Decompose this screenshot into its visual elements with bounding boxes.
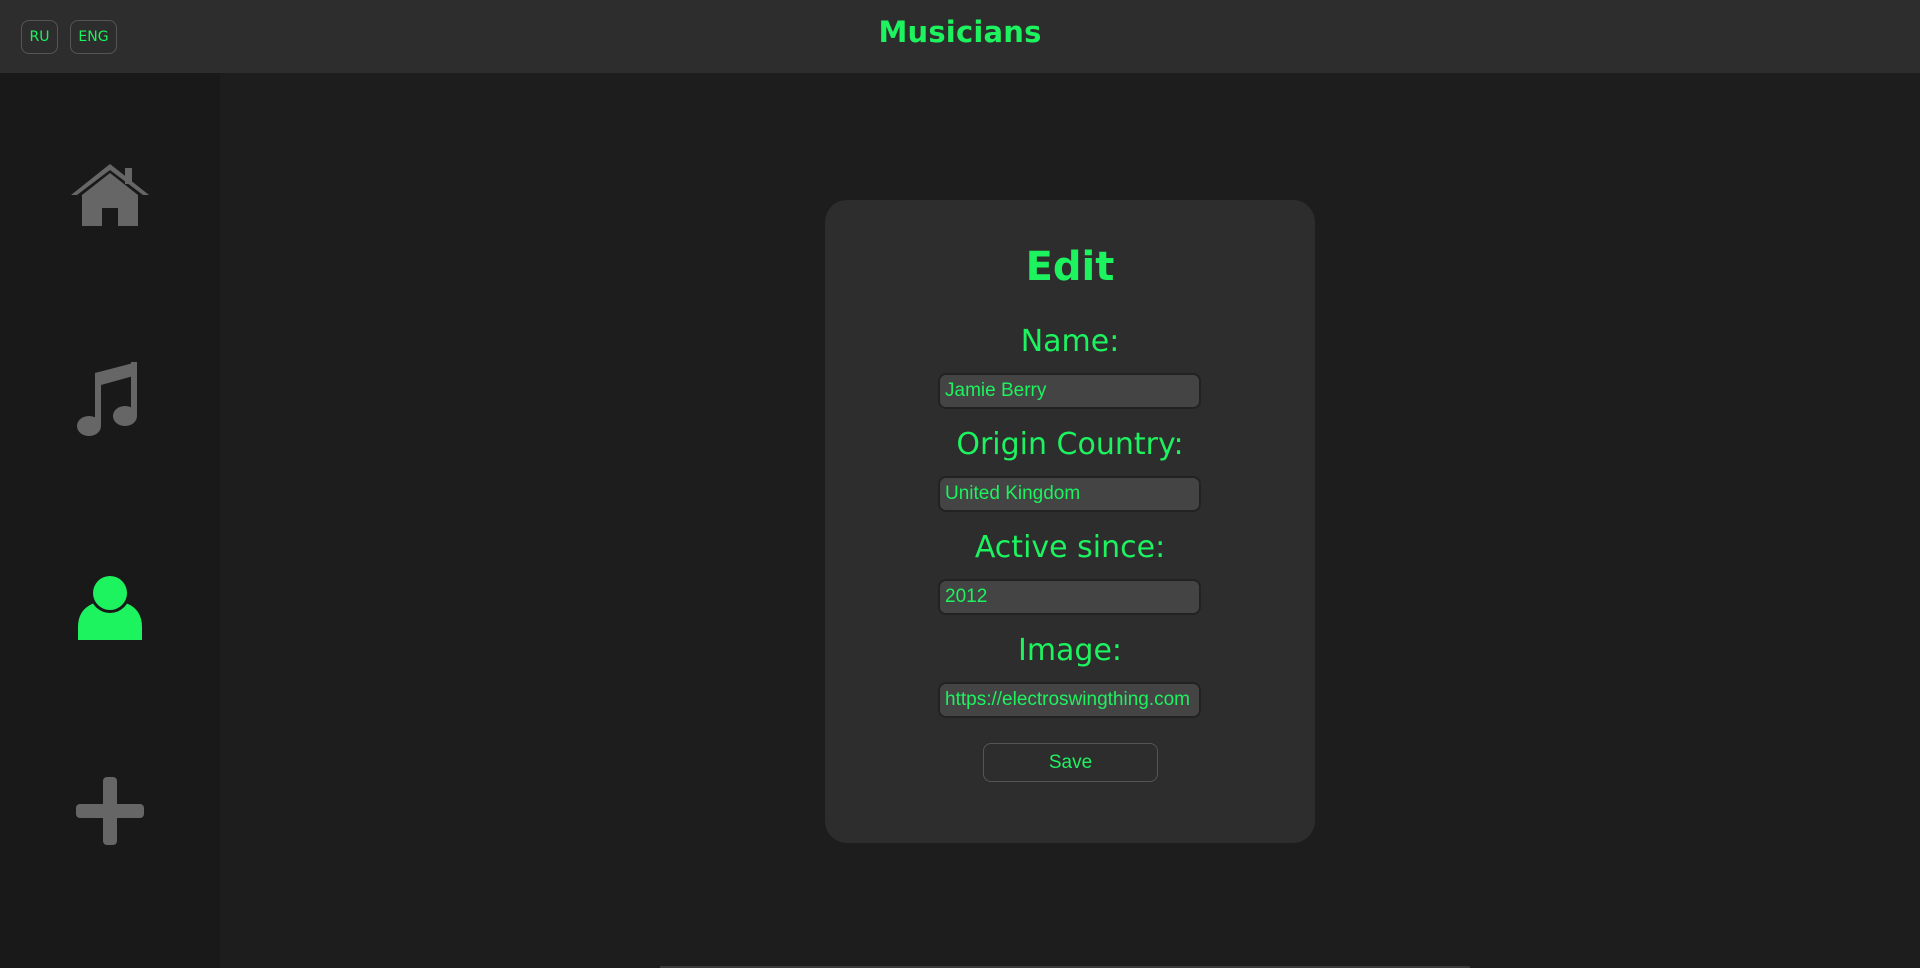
plus-icon (76, 777, 144, 845)
sidebar-item-home[interactable] (70, 155, 150, 235)
sidebar-item-music[interactable] (70, 360, 150, 440)
active-since-input[interactable] (938, 579, 1201, 615)
top-bar: RU ENG Musicians (0, 0, 1920, 73)
active-since-label: Active since: (974, 530, 1166, 565)
sidebar-item-add[interactable] (70, 771, 150, 851)
origin-country-input[interactable] (938, 476, 1201, 512)
name-input[interactable] (938, 373, 1201, 409)
home-icon (71, 164, 149, 226)
sidebar (0, 73, 220, 968)
edit-form-card: Edit Name: Origin Country: Active since:… (825, 200, 1315, 843)
image-label: Image: (1017, 633, 1123, 668)
image-url-input[interactable] (938, 682, 1201, 718)
form-title: Edit (1025, 244, 1115, 290)
name-label: Name: (1020, 324, 1120, 359)
person-icon (78, 574, 142, 640)
sidebar-item-musicians[interactable] (70, 567, 150, 647)
music-note-icon (77, 362, 137, 436)
save-button[interactable]: Save (983, 743, 1158, 782)
origin-country-label: Origin Country: (956, 427, 1184, 462)
app-title: Musicians (878, 15, 1042, 49)
